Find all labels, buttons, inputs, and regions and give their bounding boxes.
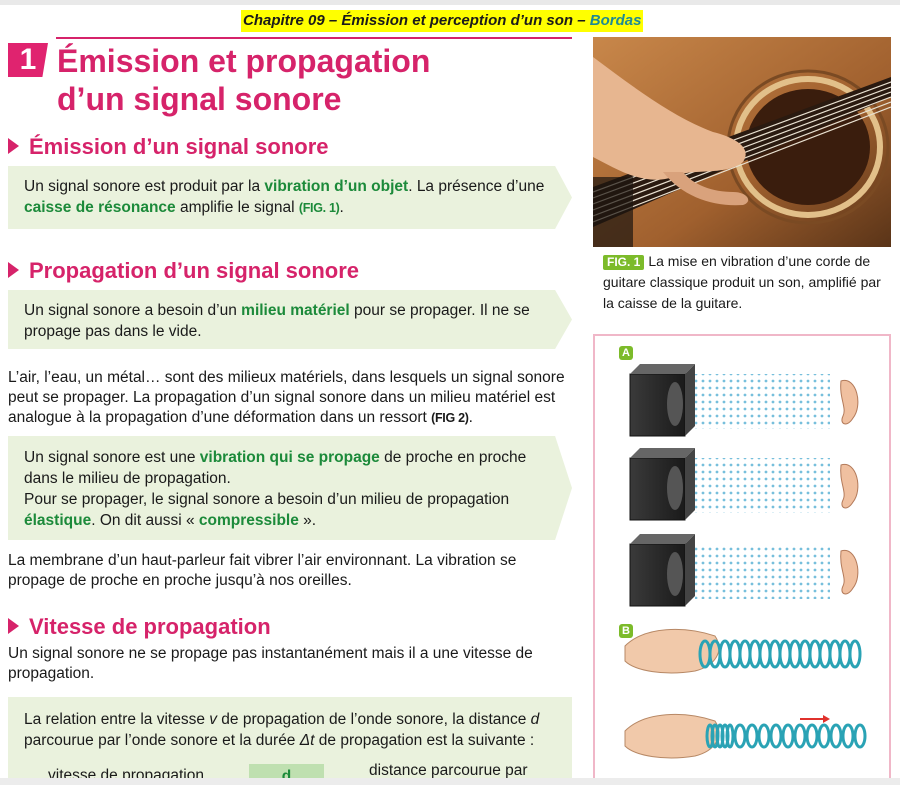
triangle-bullet-icon: [8, 618, 19, 635]
spring-row-2: [624, 713, 867, 759]
top-strip: [0, 0, 900, 5]
emission-definition-box: Un signal sonore est produit par la vibr…: [8, 166, 572, 229]
speaker-row-2: [629, 448, 859, 521]
propagation-definition-box: Un signal sonore a besoin d’un milieu ma…: [8, 290, 572, 349]
speaker-row-3: [629, 534, 859, 607]
heading-propagation: Propagation d’un signal sonore: [8, 258, 359, 284]
text: . La présence d’une: [408, 178, 545, 195]
text: .: [468, 409, 473, 426]
propagation-paragraph: L’air, l’eau, un métal… sont des milieux…: [8, 368, 574, 428]
chapter-title: Chapitre 09 – Émission et perception d’u…: [243, 12, 590, 29]
text: Un signal sonore a besoin d’un: [24, 302, 242, 319]
fig-reference: (FIG 2): [431, 411, 469, 425]
text: .: [339, 199, 344, 216]
text: de propagation est la suivante :: [314, 732, 535, 749]
highlight-caisse: caisse de résonance: [24, 199, 176, 216]
haut-parleur-paragraph: La membrane d’un haut-parleur fait vibre…: [8, 552, 517, 589]
chapter-header: Chapitre 09 – Émission et perception d’u…: [241, 10, 644, 32]
publisher-name: Bordas: [589, 12, 642, 29]
text: amplifie le signal: [175, 199, 299, 216]
highlight-vibration-propage: vibration qui se propage: [199, 449, 380, 466]
title-rule: [56, 37, 572, 39]
var-v: v: [209, 711, 217, 728]
triangle-bullet-icon: [8, 262, 19, 279]
heading-vitesse-text: Vitesse de propagation: [29, 614, 271, 639]
speaker-row-1: [629, 364, 859, 437]
fig2-illustration: [624, 364, 867, 759]
section-number-badge: 1: [8, 43, 48, 77]
page-title-line-1: Émission et propagation: [57, 43, 431, 79]
highlight-compressible: compressible: [198, 512, 299, 529]
highlight-milieu: milieu matériel: [241, 302, 350, 319]
highlight-vibration: vibration d’un objet: [264, 178, 409, 195]
guitar-photo: [593, 37, 891, 247]
highlight-elastique: élastique: [24, 512, 92, 529]
text: Pour se propager, le signal sonore a bes…: [24, 491, 510, 508]
vitesse-paragraph: Un signal sonore ne se propage pas insta…: [8, 645, 533, 682]
fig1-tag: FIG. 1: [603, 255, 645, 270]
heading-propagation-text: Propagation d’un signal sonore: [29, 258, 360, 283]
fig1-caption-text: La mise en vibration d’une corde de guit…: [603, 253, 881, 311]
triangle-bullet-icon: [8, 138, 19, 155]
text: ».: [298, 512, 317, 529]
text: parcourue par l’onde sonore et la durée: [24, 732, 300, 749]
fig1-caption: FIG. 1 La mise en vibration d’une corde d…: [603, 251, 895, 314]
text: Un signal sonore est une: [24, 449, 200, 466]
spring-row-1: [624, 628, 862, 674]
text: de propagation de l’onde sonore, la dist…: [217, 711, 531, 728]
heading-emission-text: Émission d’un signal sonore: [29, 134, 329, 159]
vibration-definition-box: Un signal sonore est une vibration qui s…: [8, 436, 572, 540]
var-dt: Δt: [299, 732, 315, 749]
text: La relation entre la vitesse: [24, 711, 210, 728]
heading-vitesse: Vitesse de propagation: [8, 614, 271, 640]
text: L’air, l’eau, un métal… sont des milieux…: [8, 369, 565, 426]
fig2-panel: A B: [593, 334, 891, 785]
bottom-strip: [0, 778, 900, 785]
var-d: d: [530, 711, 540, 728]
page-title: Émission et propagation d’un signal sono…: [57, 42, 430, 118]
text: Un signal sonore est produit par la: [24, 178, 265, 195]
guitar-illustration: [593, 37, 891, 247]
fig-reference: (FIG. 1): [298, 201, 340, 215]
heading-emission: Émission d’un signal sonore: [8, 134, 329, 160]
page-title-line-2: d’un signal sonore: [57, 81, 342, 117]
text: . On dit aussi «: [91, 512, 199, 529]
